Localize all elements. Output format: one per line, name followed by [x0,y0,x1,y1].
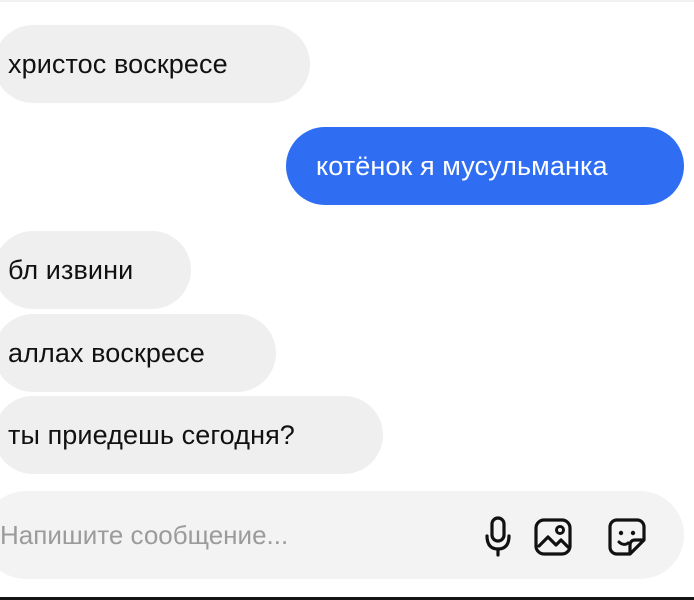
gallery-button[interactable] [530,512,576,562]
incoming-message-bubble: бл извини [0,231,191,309]
message-text: ты приедешь сегодня? [8,419,295,450]
sticker-button[interactable] [604,512,650,562]
microphone-icon [485,516,511,557]
message-text: христос воскресе [8,48,228,79]
microphone-button[interactable] [475,512,521,562]
outgoing-message-bubble: котёнок я мусульманка [286,127,684,205]
incoming-message-bubble: христос воскресе [0,25,310,103]
incoming-message-bubble: ты приедешь сегодня? [0,396,383,474]
incoming-message-bubble: аллах воскресе [0,314,276,392]
message-input[interactable] [0,517,390,553]
message-text: котёнок я мусульманка [316,150,608,181]
sticker-icon [608,518,646,556]
image-gallery-icon [534,518,572,556]
top-divider [0,0,694,2]
message-text: аллах воскресе [8,337,205,368]
message-composer [0,491,684,579]
message-text: бл извини [8,254,134,285]
